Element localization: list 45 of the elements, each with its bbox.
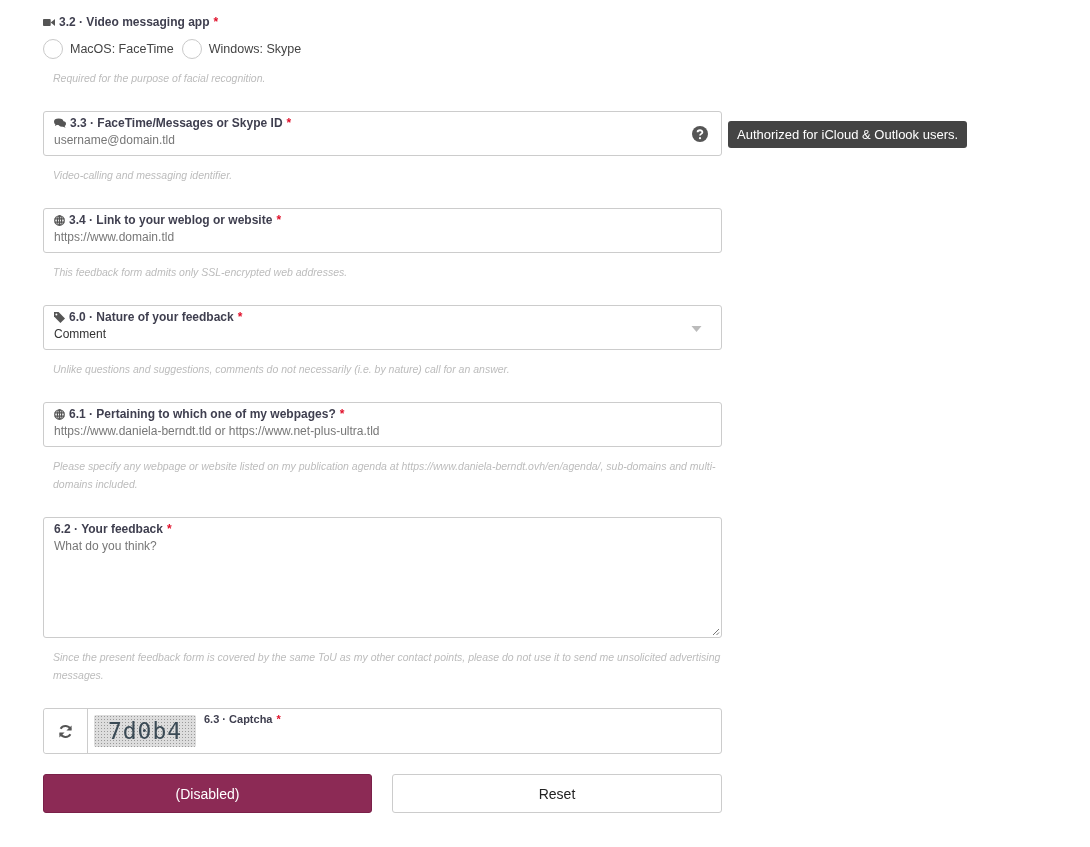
placeholder-text: username@domain.tld bbox=[54, 133, 175, 147]
video-camera-icon bbox=[43, 17, 55, 27]
chat-bubbles-icon bbox=[54, 118, 66, 128]
field-label: 3.3 · FaceTime/Messages or Skype ID bbox=[70, 116, 283, 130]
placeholder-text: What do you think? bbox=[54, 539, 157, 553]
text-field[interactable]: 6.1 · Pertaining to which one of my webpages? * https://www.daniela-berndt.tld or https://www.net-plus-ultra.tld bbox=[43, 402, 722, 447]
selected-value: Comment bbox=[54, 327, 106, 341]
placeholder-text: https://www.domain.tld bbox=[54, 230, 175, 244]
required-mark: * bbox=[276, 213, 282, 227]
required-mark: * bbox=[339, 407, 345, 421]
text-field[interactable]: 3.4 · Link to your weblog or website * https://www.domain.tld bbox=[43, 208, 722, 253]
help-text: Required for the purpose of facial recognition. bbox=[53, 71, 267, 86]
captcha-image: 7d0b4 bbox=[94, 715, 196, 747]
help-text: Unlike questions and suggestions, comments do not necessarily (i.e. by nature) call for an answer. bbox=[53, 362, 511, 377]
resize-handle-icon[interactable] bbox=[712, 628, 720, 636]
refresh-icon bbox=[58, 723, 73, 739]
field-label: 6.3 · Captcha bbox=[204, 713, 273, 725]
caret-icon bbox=[691, 326, 702, 332]
text-area[interactable]: 6.2 · Your feedback * What do you think? bbox=[43, 517, 722, 638]
required-mark: * bbox=[166, 522, 172, 536]
radio-label: Windows: Skype bbox=[208, 42, 302, 56]
placeholder-text: https://www.daniela-berndt.tld or https://www.net-plus-ultra.tld bbox=[54, 424, 380, 438]
required-mark: * bbox=[237, 310, 243, 324]
refresh-button[interactable] bbox=[44, 709, 88, 753]
field-label: 3.4 · Link to your weblog or website bbox=[69, 213, 273, 227]
radio-label: MacOS: FaceTime bbox=[70, 42, 174, 56]
help-text: Video-calling and messaging identifier. bbox=[53, 168, 234, 183]
help-icon[interactable] bbox=[692, 126, 708, 142]
required-mark: * bbox=[276, 713, 281, 725]
help-text: Since the present feedback form is covered by the same ToU as my other contact points, please do not use it to send me unsolicited advertising messages. bbox=[53, 650, 722, 683]
field-label: 6.0 · Nature of your feedback bbox=[69, 310, 234, 324]
help-text: This feedback form admits only SSL-encrypted web addresses. bbox=[53, 265, 349, 280]
required-mark: * bbox=[213, 15, 219, 29]
field-label: 6.1 · Pertaining to which one of my webpages? bbox=[69, 407, 336, 421]
reset-button[interactable]: Reset bbox=[392, 774, 722, 813]
required-mark: * bbox=[286, 116, 292, 130]
globe-icon bbox=[54, 214, 65, 226]
help-text: Please specify any webpage or website listed on my publication agenda at https://www.daniela-berndt.ovh/en/agenda/, sub-domains and multi-domains included. bbox=[53, 459, 717, 492]
tooltip: Authorized for iCloud & Outlook users. bbox=[728, 121, 968, 148]
field-label: 6.2 · Your feedback bbox=[54, 522, 163, 536]
globe-icon bbox=[54, 408, 65, 420]
dropdown[interactable]: 6.0 · Nature of your feedback * Comment bbox=[43, 305, 722, 350]
field-label: 3.2 · Video messaging app bbox=[59, 15, 210, 29]
submit-button[interactable]: (Disabled) bbox=[43, 774, 372, 813]
tag-icon bbox=[54, 311, 65, 323]
